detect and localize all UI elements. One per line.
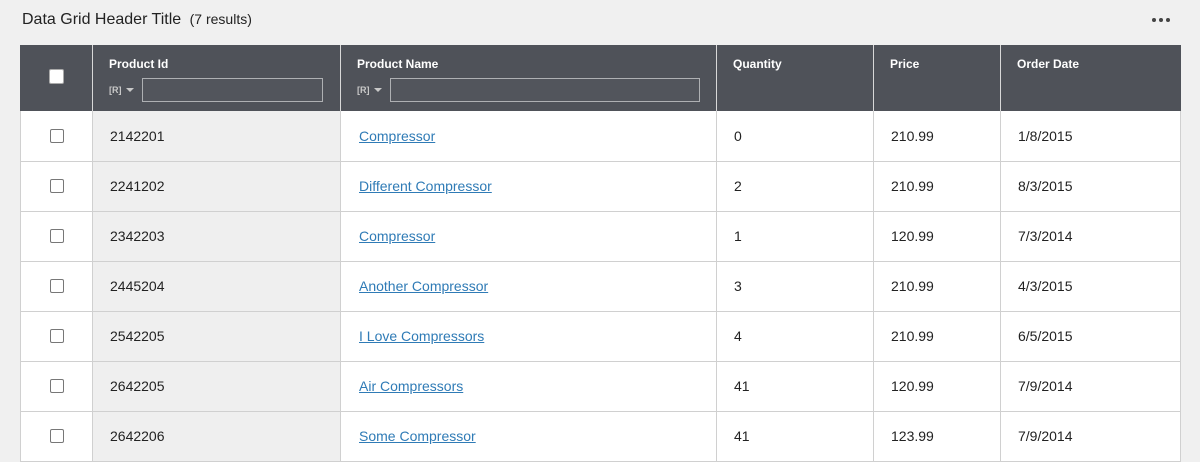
- regex-filter-icon: [R]: [357, 85, 370, 95]
- product-id-cell: 2142201: [92, 111, 341, 162]
- column-header-quantity[interactable]: Quantity: [716, 45, 874, 111]
- order-date-cell: 7/9/2014: [1000, 361, 1181, 412]
- column-label-order-date: Order Date: [1017, 57, 1080, 71]
- row-checkbox[interactable]: [49, 379, 64, 393]
- price-cell: 123.99: [873, 411, 1001, 462]
- data-grid: Product Id [R] Product Name [R] Quantity…: [20, 45, 1181, 462]
- header-row: Product Id [R] Product Name [R] Quantity…: [20, 45, 1181, 111]
- product-id-cell: 2445204: [92, 261, 341, 312]
- order-date-cell: 6/5/2015: [1000, 311, 1181, 362]
- row-checkbox[interactable]: [49, 429, 64, 443]
- table-row[interactable]: 2642205 Air Compressors 41 120.99 7/9/20…: [20, 361, 1181, 412]
- product-name-cell: Compressor: [340, 111, 717, 162]
- more-horizontal-icon: [1152, 18, 1156, 22]
- product-name-link[interactable]: I Love Compressors: [359, 328, 484, 344]
- product-name-cell: I Love Compressors: [340, 311, 717, 362]
- table-row[interactable]: 2445204 Another Compressor 3 210.99 4/3/…: [20, 261, 1181, 312]
- product-id-filter: [R]: [109, 78, 323, 102]
- price-cell: 210.99: [873, 261, 1001, 312]
- row-select-cell: [20, 211, 93, 262]
- product-name-cell: Compressor: [340, 211, 717, 262]
- order-date-cell: 1/8/2015: [1000, 111, 1181, 162]
- quantity-cell: 4: [716, 311, 874, 362]
- row-select-cell: [20, 311, 93, 362]
- product-id-cell: 2542205: [92, 311, 341, 362]
- product-id-cell: 2342203: [92, 211, 341, 262]
- row-checkbox[interactable]: [49, 179, 64, 193]
- product-name-filter-input[interactable]: [390, 78, 700, 102]
- row-checkbox[interactable]: [49, 229, 64, 243]
- table-row[interactable]: 2142201 Compressor 0 210.99 1/8/2015: [20, 111, 1181, 162]
- table-row[interactable]: 2642206 Some Compressor 41 123.99 7/9/20…: [20, 411, 1181, 462]
- grid-title-text: Data Grid Header Title: [22, 11, 182, 28]
- quantity-cell: 2: [716, 161, 874, 212]
- grid-title: Data Grid Header Title (7 results): [22, 11, 252, 29]
- product-id-cell: 2241202: [92, 161, 341, 212]
- row-select-cell: [20, 161, 93, 212]
- product-name-cell: Another Compressor: [340, 261, 717, 312]
- row-select-cell: [20, 261, 93, 312]
- price-cell: 120.99: [873, 361, 1001, 412]
- column-label-price: Price: [890, 57, 920, 71]
- quantity-cell: 41: [716, 361, 874, 412]
- select-all-checkbox[interactable]: [49, 69, 64, 84]
- product-name-cell: Air Compressors: [340, 361, 717, 412]
- column-label-product-name: Product Name: [357, 57, 439, 71]
- price-cell: 210.99: [873, 161, 1001, 212]
- column-label-product-id: Product Id: [109, 57, 169, 71]
- quantity-cell: 1: [716, 211, 874, 262]
- product-name-filter: [R]: [357, 78, 700, 102]
- filter-type-dropdown[interactable]: [R]: [109, 85, 142, 95]
- product-name-cell: Different Compressor: [340, 161, 717, 212]
- results-count: (7 results): [189, 11, 252, 27]
- column-header-price[interactable]: Price: [873, 45, 1001, 111]
- product-name-cell: Some Compressor: [340, 411, 717, 462]
- product-name-link[interactable]: Another Compressor: [359, 278, 488, 294]
- row-checkbox[interactable]: [49, 128, 64, 143]
- product-name-link[interactable]: Different Compressor: [359, 178, 492, 194]
- row-select-cell: [20, 411, 93, 462]
- product-name-link[interactable]: Compressor: [359, 228, 435, 244]
- price-cell: 120.99: [873, 211, 1001, 262]
- caret-down-icon: [373, 88, 382, 92]
- column-header-product-name[interactable]: Product Name [R]: [340, 45, 717, 111]
- product-name-link[interactable]: Some Compressor: [359, 428, 476, 444]
- product-id-filter-input[interactable]: [142, 78, 323, 102]
- order-date-cell: 7/9/2014: [1000, 411, 1181, 462]
- row-checkbox[interactable]: [49, 329, 64, 343]
- quantity-cell: 3: [716, 261, 874, 312]
- product-name-link[interactable]: Compressor: [359, 128, 435, 144]
- price-cell: 210.99: [873, 311, 1001, 362]
- product-id-cell: 2642206: [92, 411, 341, 462]
- table-row[interactable]: 2342203 Compressor 1 120.99 7/3/2014: [20, 211, 1181, 262]
- row-select-cell: [20, 111, 93, 162]
- more-options-button[interactable]: [1148, 12, 1174, 28]
- column-header-product-id[interactable]: Product Id [R]: [92, 45, 341, 111]
- row-checkbox[interactable]: [49, 279, 64, 293]
- quantity-cell: 41: [716, 411, 874, 462]
- regex-filter-icon: [R]: [109, 85, 122, 95]
- select-all-header: [20, 45, 93, 111]
- column-label-quantity: Quantity: [733, 57, 782, 71]
- order-date-cell: 7/3/2014: [1000, 211, 1181, 262]
- order-date-cell: 8/3/2015: [1000, 161, 1181, 212]
- table-row[interactable]: 2542205 I Love Compressors 4 210.99 6/5/…: [20, 311, 1181, 362]
- row-select-cell: [20, 361, 93, 412]
- more-dot: [1166, 18, 1170, 22]
- quantity-cell: 0: [716, 111, 874, 162]
- price-cell: 210.99: [873, 111, 1001, 162]
- product-id-cell: 2642205: [92, 361, 341, 412]
- more-dot: [1159, 18, 1163, 22]
- table-row[interactable]: 2241202 Different Compressor 2 210.99 8/…: [20, 161, 1181, 212]
- order-date-cell: 4/3/2015: [1000, 261, 1181, 312]
- caret-down-icon: [125, 88, 134, 92]
- filter-type-dropdown[interactable]: [R]: [357, 85, 390, 95]
- product-name-link[interactable]: Air Compressors: [359, 378, 463, 394]
- column-header-order-date[interactable]: Order Date: [1000, 45, 1181, 111]
